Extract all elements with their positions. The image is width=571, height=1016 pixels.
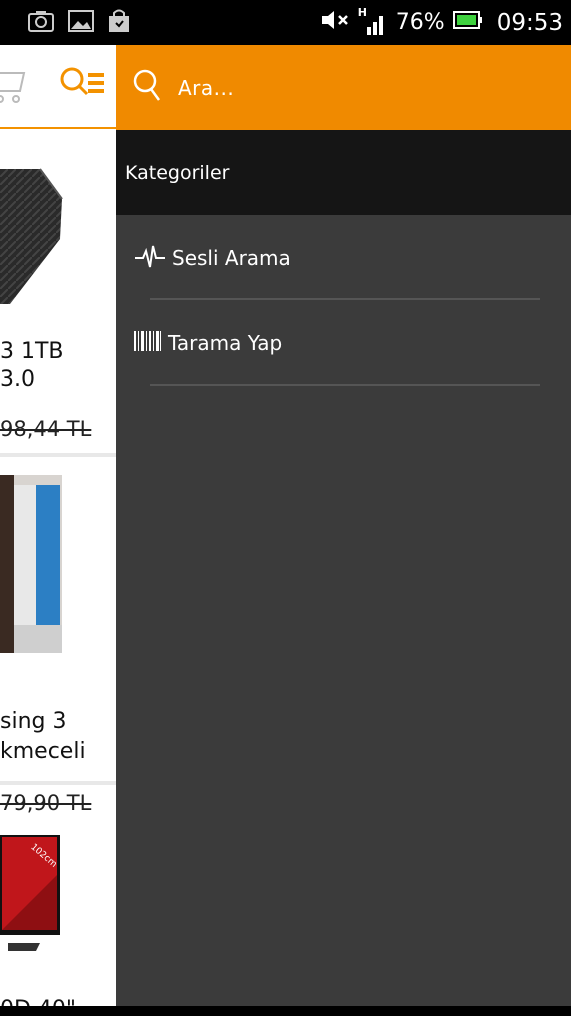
search-icon — [132, 69, 162, 107]
cart-icon[interactable] — [0, 67, 36, 111]
voice-search-label: Sesli Arama — [172, 245, 291, 270]
signal-icon: H — [358, 6, 388, 36]
barcode-icon — [134, 330, 162, 356]
navigation-drawer: Ara... Kategoriler Sesli Arama Tarama Ya… — [116, 45, 571, 1006]
categories-header[interactable]: Kategoriler — [116, 130, 571, 215]
battery-percent: 76% — [395, 10, 445, 35]
background-toolbar — [0, 45, 120, 129]
drawer-item-scan[interactable]: Tarama Yap — [116, 300, 571, 385]
search-list-icon[interactable] — [58, 65, 108, 109]
product-price: 98,44 TL — [0, 417, 92, 441]
search-input[interactable]: Ara... — [178, 76, 234, 100]
scan-label: Tarama Yap — [168, 330, 283, 355]
product-image-tv — [0, 835, 60, 951]
mute-icon — [320, 9, 350, 37]
product-image-wardrobe — [0, 475, 62, 653]
product-title-line1: sing 3 — [0, 709, 67, 734]
product-divider — [0, 453, 120, 457]
product-price: 79,90 TL — [0, 791, 92, 815]
image-icon — [68, 9, 94, 36]
shopping-bag-icon — [108, 9, 130, 37]
clock: 09:53 — [496, 9, 563, 36]
drawer-item-voice-search[interactable]: Sesli Arama — [116, 215, 571, 300]
drawer-divider — [150, 384, 540, 386]
status-bar: H 76% 09:53 — [0, 0, 571, 45]
product-image-harddisk — [0, 168, 63, 304]
camera-icon — [28, 10, 54, 36]
product-divider — [0, 781, 120, 785]
product-title-line2: 3.0 — [0, 367, 35, 392]
navigation-bar-edge — [0, 1006, 571, 1016]
drawer-search-bar[interactable]: Ara... — [116, 45, 571, 130]
product-title-line2: kmeceli — [0, 739, 86, 764]
product-title-line1: 3 1TB — [0, 339, 64, 364]
categories-title: Kategoriler — [125, 161, 230, 184]
background-app-content: 3 1TB 3.0 98,44 TL sing 3 kmeceli 79,90 … — [0, 45, 120, 1016]
battery-icon — [452, 10, 483, 36]
voice-wave-icon — [134, 243, 166, 273]
